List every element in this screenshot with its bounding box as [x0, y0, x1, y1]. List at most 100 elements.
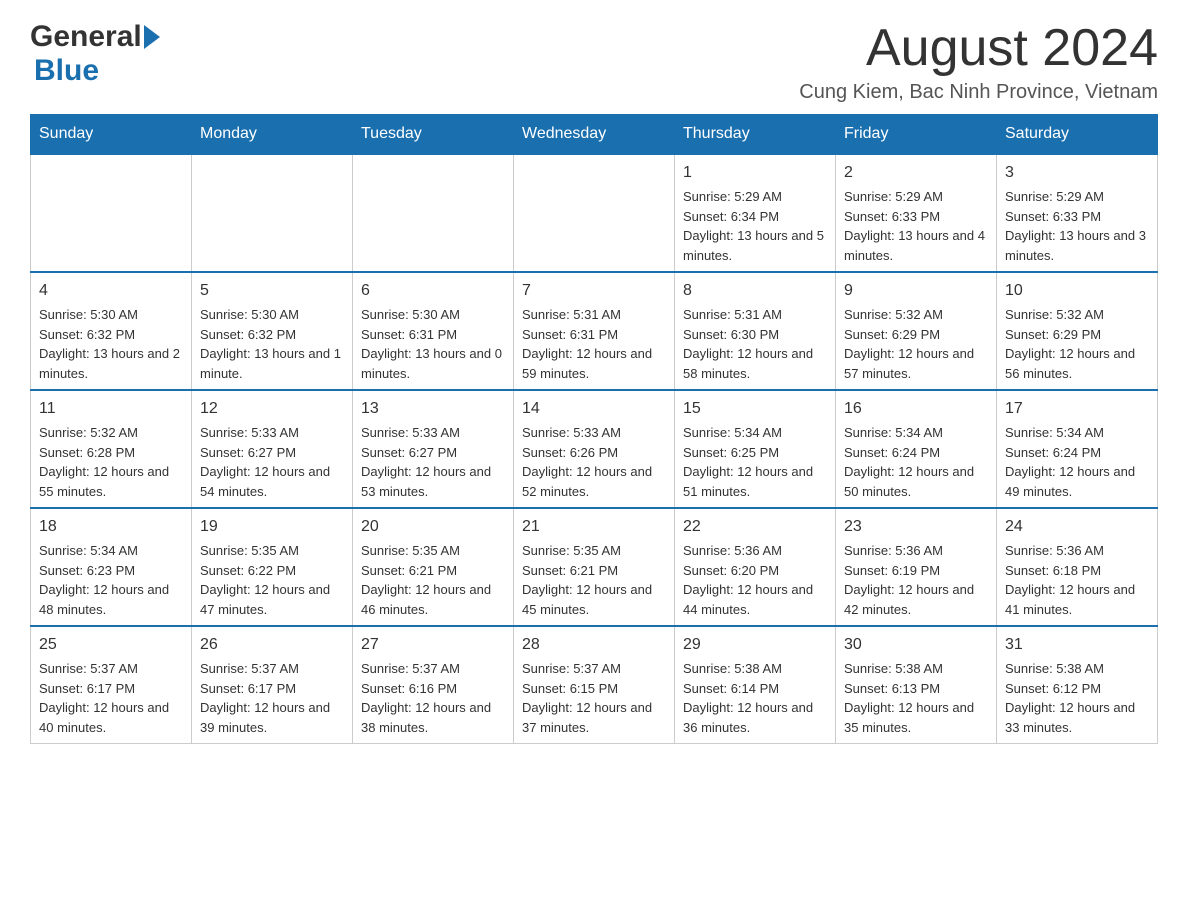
- day-number: 24: [1005, 515, 1149, 539]
- calendar-cell: 11Sunrise: 5:32 AMSunset: 6:28 PMDayligh…: [31, 390, 192, 508]
- calendar-cell: 8Sunrise: 5:31 AMSunset: 6:30 PMDaylight…: [675, 272, 836, 390]
- day-number: 18: [39, 515, 183, 539]
- day-number: 22: [683, 515, 827, 539]
- calendar-week-row: 11Sunrise: 5:32 AMSunset: 6:28 PMDayligh…: [31, 390, 1158, 508]
- day-info: Sunrise: 5:29 AMSunset: 6:33 PMDaylight:…: [1005, 187, 1149, 265]
- calendar-cell: 19Sunrise: 5:35 AMSunset: 6:22 PMDayligh…: [192, 508, 353, 626]
- calendar-day-header: Wednesday: [514, 115, 675, 155]
- day-number: 4: [39, 279, 183, 303]
- day-info: Sunrise: 5:30 AMSunset: 6:32 PMDaylight:…: [200, 305, 344, 383]
- day-info: Sunrise: 5:36 AMSunset: 6:20 PMDaylight:…: [683, 541, 827, 619]
- day-number: 3: [1005, 161, 1149, 185]
- calendar-cell: 1Sunrise: 5:29 AMSunset: 6:34 PMDaylight…: [675, 154, 836, 272]
- day-info: Sunrise: 5:29 AMSunset: 6:34 PMDaylight:…: [683, 187, 827, 265]
- day-info: Sunrise: 5:33 AMSunset: 6:27 PMDaylight:…: [361, 423, 505, 501]
- calendar-cell: [514, 154, 675, 272]
- calendar-cell: 22Sunrise: 5:36 AMSunset: 6:20 PMDayligh…: [675, 508, 836, 626]
- day-number: 8: [683, 279, 827, 303]
- calendar-cell: 16Sunrise: 5:34 AMSunset: 6:24 PMDayligh…: [836, 390, 997, 508]
- calendar-cell: 20Sunrise: 5:35 AMSunset: 6:21 PMDayligh…: [353, 508, 514, 626]
- calendar-week-row: 18Sunrise: 5:34 AMSunset: 6:23 PMDayligh…: [31, 508, 1158, 626]
- calendar-cell: [31, 154, 192, 272]
- calendar-cell: 18Sunrise: 5:34 AMSunset: 6:23 PMDayligh…: [31, 508, 192, 626]
- calendar-week-row: 4Sunrise: 5:30 AMSunset: 6:32 PMDaylight…: [31, 272, 1158, 390]
- title-section: August 2024 Cung Kiem, Bac Ninh Province…: [799, 20, 1158, 104]
- calendar-cell: 17Sunrise: 5:34 AMSunset: 6:24 PMDayligh…: [997, 390, 1158, 508]
- calendar-cell: 2Sunrise: 5:29 AMSunset: 6:33 PMDaylight…: [836, 154, 997, 272]
- day-number: 20: [361, 515, 505, 539]
- day-number: 9: [844, 279, 988, 303]
- calendar-cell: 3Sunrise: 5:29 AMSunset: 6:33 PMDaylight…: [997, 154, 1158, 272]
- calendar-cell: 10Sunrise: 5:32 AMSunset: 6:29 PMDayligh…: [997, 272, 1158, 390]
- page-header: General Blue August 2024 Cung Kiem, Bac …: [30, 20, 1158, 104]
- location-title: Cung Kiem, Bac Ninh Province, Vietnam: [799, 81, 1158, 104]
- day-info: Sunrise: 5:38 AMSunset: 6:14 PMDaylight:…: [683, 659, 827, 737]
- calendar-week-row: 1Sunrise: 5:29 AMSunset: 6:34 PMDaylight…: [31, 154, 1158, 272]
- calendar-cell: 12Sunrise: 5:33 AMSunset: 6:27 PMDayligh…: [192, 390, 353, 508]
- day-info: Sunrise: 5:35 AMSunset: 6:21 PMDaylight:…: [522, 541, 666, 619]
- calendar-day-header: Sunday: [31, 115, 192, 155]
- day-number: 16: [844, 397, 988, 421]
- calendar-cell: 24Sunrise: 5:36 AMSunset: 6:18 PMDayligh…: [997, 508, 1158, 626]
- day-info: Sunrise: 5:31 AMSunset: 6:31 PMDaylight:…: [522, 305, 666, 383]
- calendar-week-row: 25Sunrise: 5:37 AMSunset: 6:17 PMDayligh…: [31, 626, 1158, 744]
- day-number: 21: [522, 515, 666, 539]
- day-number: 19: [200, 515, 344, 539]
- calendar-cell: 14Sunrise: 5:33 AMSunset: 6:26 PMDayligh…: [514, 390, 675, 508]
- day-info: Sunrise: 5:32 AMSunset: 6:29 PMDaylight:…: [844, 305, 988, 383]
- day-number: 5: [200, 279, 344, 303]
- day-info: Sunrise: 5:30 AMSunset: 6:31 PMDaylight:…: [361, 305, 505, 383]
- day-info: Sunrise: 5:35 AMSunset: 6:22 PMDaylight:…: [200, 541, 344, 619]
- day-info: Sunrise: 5:37 AMSunset: 6:17 PMDaylight:…: [200, 659, 344, 737]
- calendar-cell: 15Sunrise: 5:34 AMSunset: 6:25 PMDayligh…: [675, 390, 836, 508]
- day-number: 27: [361, 633, 505, 657]
- calendar-day-header: Thursday: [675, 115, 836, 155]
- day-number: 1: [683, 161, 827, 185]
- day-number: 28: [522, 633, 666, 657]
- day-number: 14: [522, 397, 666, 421]
- calendar-day-header: Friday: [836, 115, 997, 155]
- day-info: Sunrise: 5:37 AMSunset: 6:16 PMDaylight:…: [361, 659, 505, 737]
- day-number: 31: [1005, 633, 1149, 657]
- day-info: Sunrise: 5:34 AMSunset: 6:24 PMDaylight:…: [844, 423, 988, 501]
- calendar-day-header: Monday: [192, 115, 353, 155]
- day-info: Sunrise: 5:33 AMSunset: 6:27 PMDaylight:…: [200, 423, 344, 501]
- calendar-cell: 29Sunrise: 5:38 AMSunset: 6:14 PMDayligh…: [675, 626, 836, 744]
- logo-general-text: General: [30, 20, 142, 54]
- calendar-cell: 31Sunrise: 5:38 AMSunset: 6:12 PMDayligh…: [997, 626, 1158, 744]
- day-info: Sunrise: 5:35 AMSunset: 6:21 PMDaylight:…: [361, 541, 505, 619]
- logo-blue-text: Blue: [30, 54, 99, 88]
- calendar-cell: 13Sunrise: 5:33 AMSunset: 6:27 PMDayligh…: [353, 390, 514, 508]
- calendar-cell: 4Sunrise: 5:30 AMSunset: 6:32 PMDaylight…: [31, 272, 192, 390]
- calendar-day-header: Tuesday: [353, 115, 514, 155]
- day-number: 25: [39, 633, 183, 657]
- day-info: Sunrise: 5:34 AMSunset: 6:24 PMDaylight:…: [1005, 423, 1149, 501]
- calendar-cell: [353, 154, 514, 272]
- day-number: 29: [683, 633, 827, 657]
- calendar-cell: 27Sunrise: 5:37 AMSunset: 6:16 PMDayligh…: [353, 626, 514, 744]
- calendar-cell: 30Sunrise: 5:38 AMSunset: 6:13 PMDayligh…: [836, 626, 997, 744]
- day-number: 15: [683, 397, 827, 421]
- day-info: Sunrise: 5:29 AMSunset: 6:33 PMDaylight:…: [844, 187, 988, 265]
- calendar-cell: 6Sunrise: 5:30 AMSunset: 6:31 PMDaylight…: [353, 272, 514, 390]
- calendar-cell: 5Sunrise: 5:30 AMSunset: 6:32 PMDaylight…: [192, 272, 353, 390]
- calendar-cell: [192, 154, 353, 272]
- calendar-cell: 7Sunrise: 5:31 AMSunset: 6:31 PMDaylight…: [514, 272, 675, 390]
- day-number: 6: [361, 279, 505, 303]
- calendar-header-row: SundayMondayTuesdayWednesdayThursdayFrid…: [31, 115, 1158, 155]
- logo-arrow-icon: [144, 25, 160, 49]
- day-info: Sunrise: 5:31 AMSunset: 6:30 PMDaylight:…: [683, 305, 827, 383]
- day-number: 17: [1005, 397, 1149, 421]
- day-number: 11: [39, 397, 183, 421]
- calendar-table: SundayMondayTuesdayWednesdayThursdayFrid…: [30, 114, 1158, 744]
- calendar-cell: 9Sunrise: 5:32 AMSunset: 6:29 PMDaylight…: [836, 272, 997, 390]
- logo: General Blue: [30, 20, 162, 88]
- day-info: Sunrise: 5:37 AMSunset: 6:15 PMDaylight:…: [522, 659, 666, 737]
- day-number: 10: [1005, 279, 1149, 303]
- day-info: Sunrise: 5:37 AMSunset: 6:17 PMDaylight:…: [39, 659, 183, 737]
- day-info: Sunrise: 5:30 AMSunset: 6:32 PMDaylight:…: [39, 305, 183, 383]
- calendar-cell: 25Sunrise: 5:37 AMSunset: 6:17 PMDayligh…: [31, 626, 192, 744]
- day-info: Sunrise: 5:33 AMSunset: 6:26 PMDaylight:…: [522, 423, 666, 501]
- day-info: Sunrise: 5:38 AMSunset: 6:13 PMDaylight:…: [844, 659, 988, 737]
- day-info: Sunrise: 5:34 AMSunset: 6:25 PMDaylight:…: [683, 423, 827, 501]
